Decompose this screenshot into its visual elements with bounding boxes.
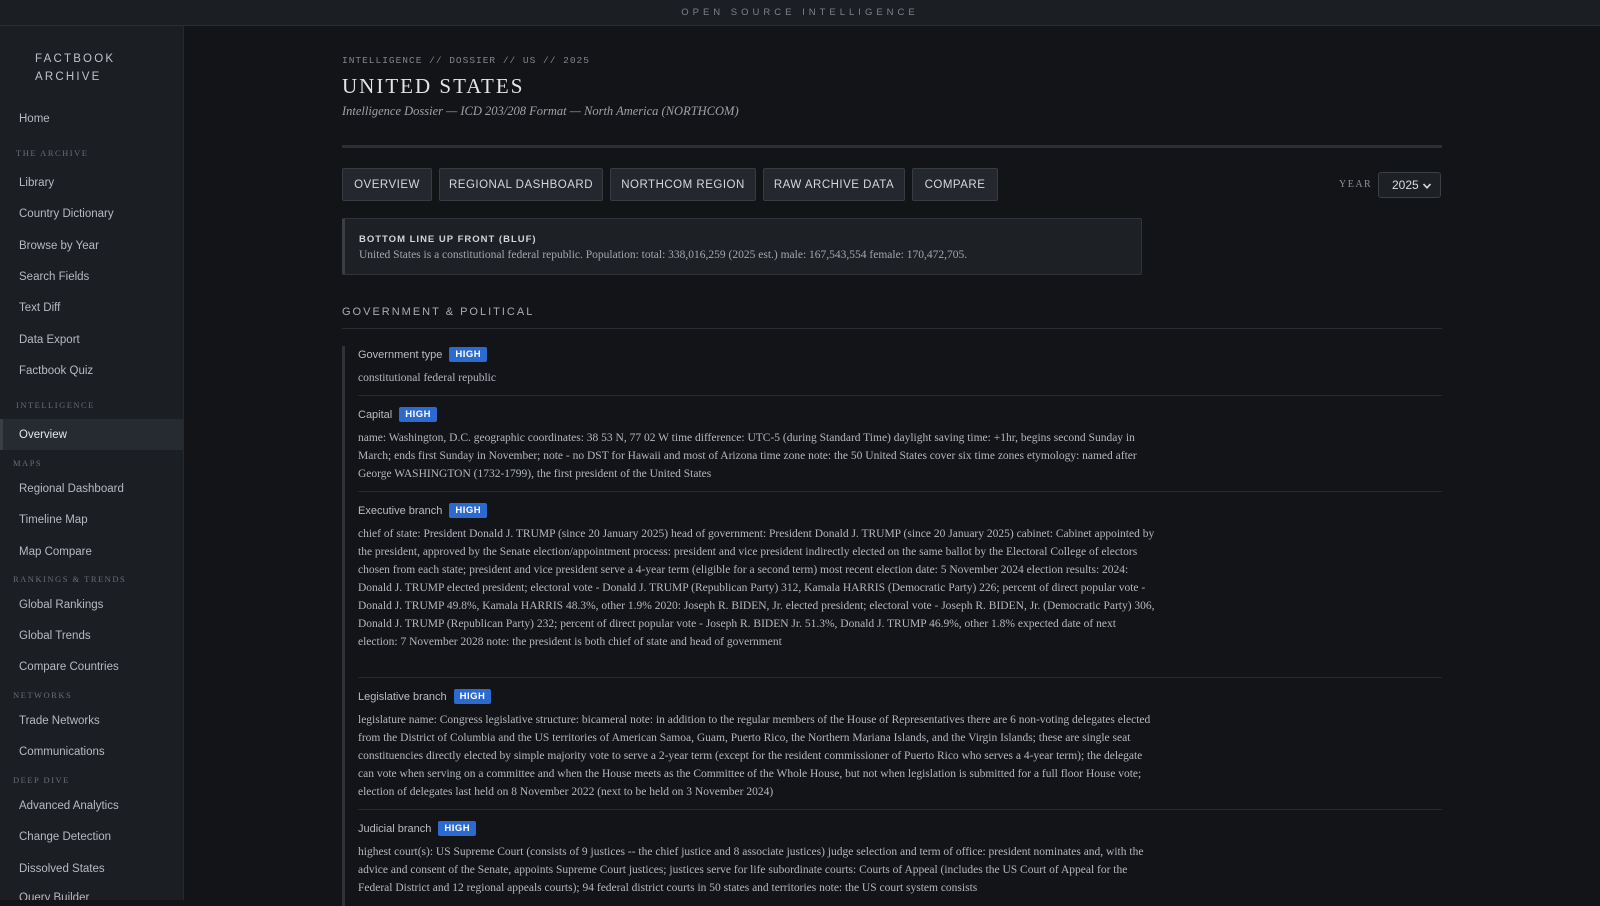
year-select-value: 2025 <box>1392 178 1419 192</box>
year-select[interactable]: 2025 <box>1378 172 1441 198</box>
sidebar-item-library[interactable]: Library <box>0 167 183 198</box>
brand-line-2: ARCHIVE <box>35 71 102 83</box>
field-legislative-branch: Legislative branch HIGH legislature name:… <box>358 688 1442 801</box>
sidebar-section-rankings: RANKINGS & TRENDS <box>13 574 127 584</box>
field-label: Judicial branch <box>358 822 432 835</box>
field-judicial-branch: Judicial branch HIGH highest court(s): US… <box>358 820 1442 897</box>
field-value: highest court(s): US Supreme Court (cons… <box>358 846 1144 894</box>
field-label: Executive branch <box>358 504 443 517</box>
sidebar-item-data-export[interactable]: Data Export <box>0 324 183 355</box>
main-content: INTELLIGENCE // DOSSIER // US // 2025 UN… <box>342 0 1442 906</box>
field-executive-branch: Executive branch HIGH chief of state: Pre… <box>358 502 1442 651</box>
field-list: Government type HIGH constitutional feder… <box>342 346 1442 906</box>
chevron-down-icon <box>1422 180 1432 194</box>
sidebar-item-search-fields[interactable]: Search Fields <box>0 261 183 292</box>
page-subtitle: Intelligence Dossier — ICD 203/208 Forma… <box>342 104 739 118</box>
tab-northcom-region[interactable]: NORTHCOM REGION <box>610 168 756 201</box>
page-title: UNITED STATES <box>342 74 525 98</box>
sidebar-section-archive: THE ARCHIVE <box>16 148 89 158</box>
tab-overview[interactable]: OVERVIEW <box>342 168 432 201</box>
confidence-badge: HIGH <box>453 689 492 705</box>
field-divider <box>358 395 1442 396</box>
section-title: GOVERNMENT & POLITICAL <box>342 306 535 318</box>
tab-raw-archive-data[interactable]: RAW ARCHIVE DATA <box>763 168 905 201</box>
sidebar-item-trade-networks[interactable]: Trade Networks <box>0 705 183 736</box>
sidebar-section-intelligence: INTELLIGENCE <box>16 400 95 410</box>
confidence-badge: HIGH <box>449 347 488 363</box>
tab-compare[interactable]: COMPARE <box>912 168 998 201</box>
sidebar-item-factbook-quiz[interactable]: Factbook Quiz <box>0 355 183 386</box>
sidebar-item-map-compare[interactable]: Map Compare <box>0 536 183 567</box>
confidence-badge: HIGH <box>449 503 488 519</box>
sidebar-item-text-diff[interactable]: Text Diff <box>0 292 183 323</box>
sidebar-item-regional-dashboard[interactable]: Regional Dashboard <box>0 473 183 504</box>
header-divider <box>342 145 1442 148</box>
field-label: Legislative branch <box>358 690 447 703</box>
sidebar-item-home[interactable]: Home <box>0 103 183 134</box>
field-government-type: Government type HIGH constitutional feder… <box>358 346 1442 387</box>
breadcrumb: INTELLIGENCE // DOSSIER // US // 2025 <box>342 55 590 66</box>
bluf-text: United States is a constitutional federa… <box>359 249 968 261</box>
sidebar-section-maps: MAPS <box>13 458 43 468</box>
sidebar-item-advanced-analytics[interactable]: Advanced Analytics <box>0 790 183 821</box>
sidebar-item-query-builder[interactable]: Query Builder <box>0 882 183 901</box>
field-value: legislature name: Congress legislative s… <box>358 714 1151 798</box>
bluf-panel: BOTTOM LINE UP FRONT (BLUF) United State… <box>342 218 1142 275</box>
field-divider <box>358 491 1442 492</box>
sidebar-item-overview[interactable]: Overview <box>0 419 183 450</box>
field-capital: Capital HIGH name: Washington, D.C. geogr… <box>358 406 1442 483</box>
sidebar-item-global-rankings[interactable]: Global Rankings <box>0 589 183 620</box>
field-label: Capital <box>358 408 393 421</box>
tab-regional-dashboard[interactable]: REGIONAL DASHBOARD <box>439 168 603 201</box>
sidebar: FACTBOOK ARCHIVE Home THE ARCHIVE Librar… <box>0 26 184 900</box>
confidence-badge: HIGH <box>438 821 477 837</box>
bluf-title: BOTTOM LINE UP FRONT (BLUF) <box>359 234 537 245</box>
field-divider <box>358 677 1442 678</box>
field-divider <box>358 809 1442 810</box>
sidebar-item-country-dictionary[interactable]: Country Dictionary <box>0 198 183 229</box>
sidebar-item-global-trends[interactable]: Global Trends <box>0 620 183 651</box>
sidebar-item-browse-by-year[interactable]: Browse by Year <box>0 230 183 261</box>
sidebar-item-timeline-map[interactable]: Timeline Map <box>0 504 183 535</box>
sidebar-item-change-detection[interactable]: Change Detection <box>0 821 183 852</box>
field-value: constitutional federal republic <box>358 372 496 384</box>
year-label: YEAR <box>1339 179 1373 190</box>
field-value: chief of state: President Donald J. TRUM… <box>358 528 1155 648</box>
confidence-badge: HIGH <box>399 407 437 423</box>
field-label: Government type <box>358 348 443 361</box>
sidebar-section-deep-dive: DEEP DIVE <box>13 775 70 785</box>
sidebar-item-communications[interactable]: Communications <box>0 736 183 767</box>
brand-line-1: FACTBOOK <box>35 53 116 65</box>
sidebar-section-networks: NETWORKS <box>13 690 73 700</box>
section-divider <box>342 328 1442 329</box>
field-value: name: Washington, D.C. geographic coordi… <box>358 432 1137 480</box>
brand-logo[interactable]: FACTBOOK ARCHIVE <box>35 50 115 86</box>
sidebar-item-compare-countries[interactable]: Compare Countries <box>0 651 183 682</box>
sidebar-item-dissolved-states[interactable]: Dissolved States <box>0 853 183 884</box>
